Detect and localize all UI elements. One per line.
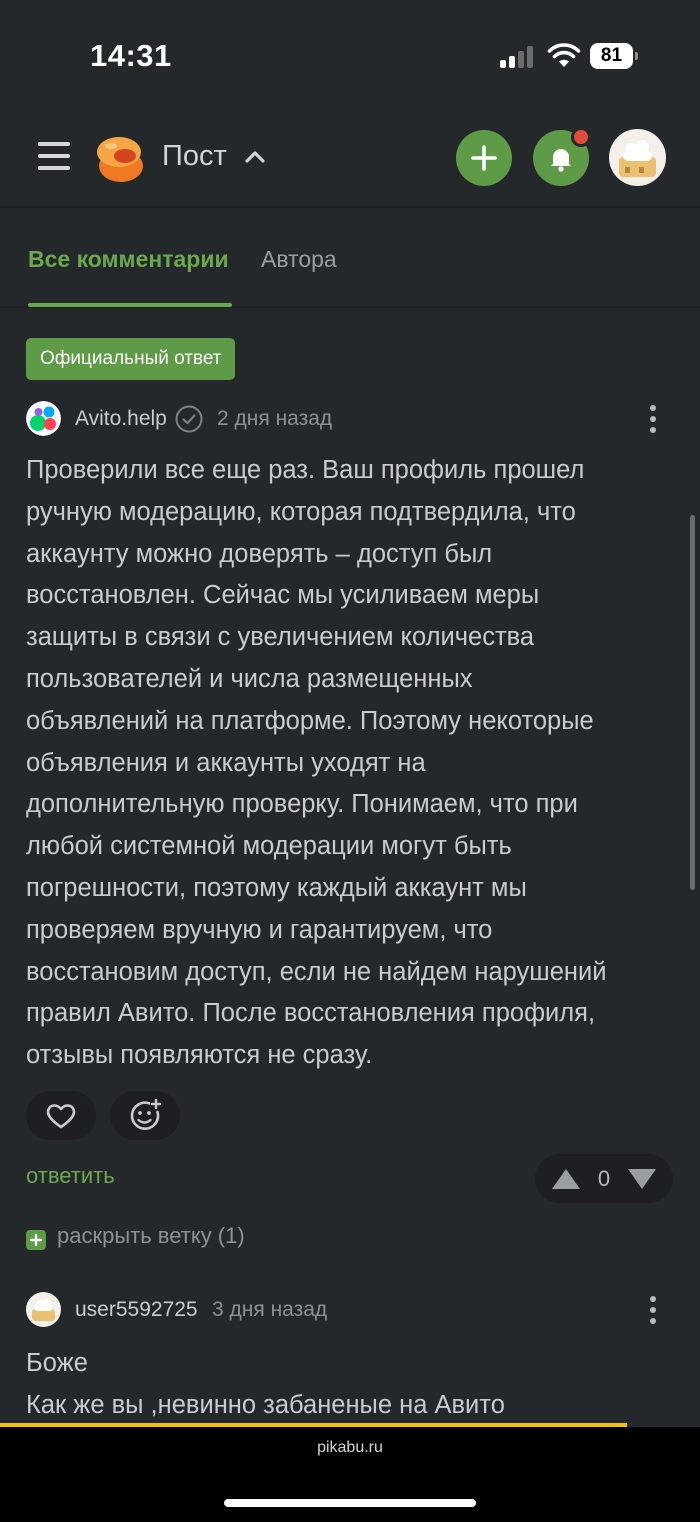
comment-body: Проверили все еще раз. Ваш профиль проше… bbox=[26, 450, 676, 1077]
comment-author[interactable]: user5592725 bbox=[75, 1298, 198, 1322]
comment-line: Как же вы ,невинно забаненые на Авито bbox=[26, 1391, 505, 1419]
comment-header: Avito.help 2 дня назад bbox=[26, 401, 666, 437]
expand-branch-label: раскрыть ветку (1) bbox=[57, 1223, 245, 1248]
scrollbar[interactable] bbox=[690, 515, 695, 890]
comment-time: 2 дня назад bbox=[217, 407, 333, 430]
avatar-image-icon bbox=[619, 140, 656, 177]
upvote-arrow-icon[interactable] bbox=[551, 1168, 581, 1190]
avito-avatar[interactable] bbox=[26, 401, 61, 436]
tab-all-comments[interactable]: Все комментарии bbox=[28, 246, 229, 273]
app-header: Пост bbox=[0, 110, 700, 208]
more-options-icon[interactable] bbox=[648, 405, 658, 435]
more-options-icon[interactable] bbox=[648, 1296, 658, 1326]
battery-icon: 81 bbox=[590, 43, 638, 69]
comment-header: user5592725 3 дня назад bbox=[26, 1292, 666, 1328]
reply-link[interactable]: ответить bbox=[26, 1163, 115, 1189]
battery-level: 81 bbox=[600, 45, 623, 66]
comment-line: правил Авито. После восстановления профи… bbox=[26, 999, 596, 1028]
notifications-button[interactable] bbox=[533, 127, 591, 186]
comment-time: 3 дня назад bbox=[212, 1298, 328, 1321]
comment-line: объявления и аккаунты уходят на bbox=[26, 748, 426, 777]
plus-icon bbox=[471, 145, 497, 171]
chevron-up-icon[interactable] bbox=[244, 146, 266, 168]
comment-line: отзывы появляются не сразу. bbox=[26, 1041, 373, 1070]
vote-control: 0 bbox=[535, 1154, 673, 1203]
user-avatar-small[interactable] bbox=[26, 1292, 61, 1327]
comment-line: любой системной модерации могут быть bbox=[26, 832, 512, 861]
header-title[interactable]: Пост bbox=[162, 140, 227, 173]
home-indicator[interactable] bbox=[224, 1499, 476, 1507]
downvote-arrow-icon[interactable] bbox=[627, 1168, 657, 1190]
avito-logo-icon bbox=[26, 401, 61, 436]
add-reaction-button[interactable] bbox=[110, 1091, 180, 1140]
plus-square-icon bbox=[26, 1230, 46, 1250]
add-post-button[interactable] bbox=[456, 130, 512, 186]
official-answer-badge: Официальный ответ bbox=[26, 338, 236, 380]
hamburger-menu-icon[interactable] bbox=[38, 140, 70, 172]
notification-dot bbox=[571, 127, 591, 147]
vote-count: 0 bbox=[597, 1166, 611, 1191]
cellular-signal-icon bbox=[500, 46, 536, 68]
browser-bottom-bar: pikabu.ru bbox=[0, 1427, 700, 1522]
like-button[interactable] bbox=[26, 1091, 96, 1140]
comment-line: погрешности, поэтому каждый аккаунт мы bbox=[26, 873, 527, 902]
comment-line: объявлений на платформе. Поэтому некотор… bbox=[26, 706, 594, 735]
active-tab-indicator bbox=[28, 303, 232, 307]
comment-author[interactable]: Avito.help bbox=[75, 407, 167, 431]
comment-line: защиты в связи с увеличением количества bbox=[26, 623, 535, 652]
comment-line: проверяем вручную и гарантируем, что bbox=[26, 915, 493, 944]
comment-tabs: Все комментарии Автора bbox=[0, 210, 700, 308]
emoji-add-icon bbox=[130, 1098, 162, 1130]
avatar-image-icon bbox=[32, 1298, 55, 1321]
comment-line: Проверили все еще раз. Ваш профиль проше… bbox=[26, 456, 585, 484]
status-bar: 14:31 81 bbox=[0, 0, 700, 110]
comment-line: Боже bbox=[26, 1349, 88, 1377]
comment-line: ручную модерацию, которая подтвердила, ч… bbox=[26, 497, 576, 526]
status-time: 14:31 bbox=[90, 38, 172, 73]
user-avatar[interactable] bbox=[609, 129, 666, 186]
wifi-icon bbox=[547, 43, 581, 67]
pikabu-logo-icon[interactable] bbox=[95, 132, 147, 184]
tab-author[interactable]: Автора bbox=[261, 246, 337, 273]
heart-icon bbox=[46, 1104, 76, 1129]
comment-line: восстановлен. Сейчас мы усиливаем меры bbox=[26, 581, 540, 610]
comment-line: дополнительную проверку. Понимаем, что п… bbox=[26, 790, 578, 819]
comment-line: восстановим доступ, если не найдем наруш… bbox=[26, 957, 607, 986]
browser-url[interactable]: pikabu.ru bbox=[0, 1439, 700, 1457]
verified-check-icon bbox=[175, 405, 203, 433]
comment-line: аккаунту можно доверять – доступ был bbox=[26, 539, 493, 568]
comment-line: пользователей и числа размещенных bbox=[26, 664, 473, 693]
comment-body: Боже Как же вы ,невинно забаненые на Ави… bbox=[26, 1342, 505, 1426]
